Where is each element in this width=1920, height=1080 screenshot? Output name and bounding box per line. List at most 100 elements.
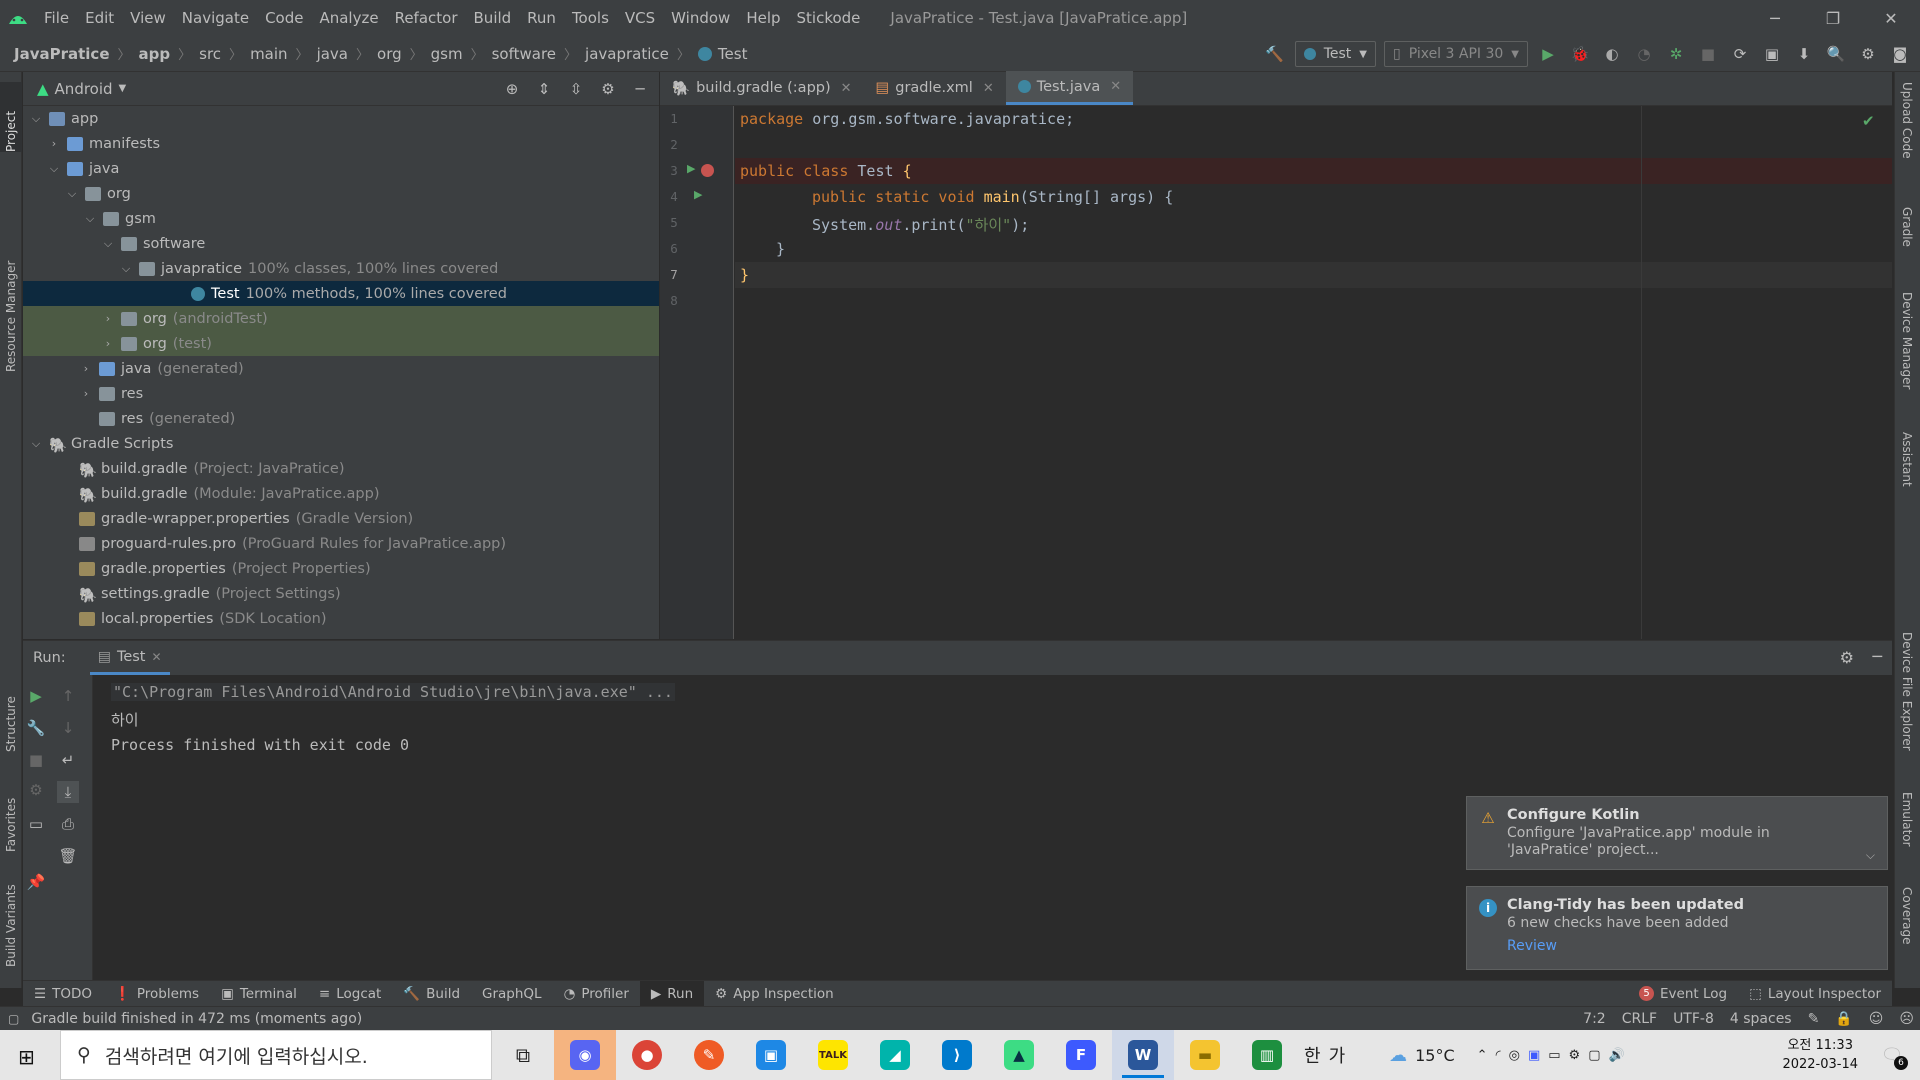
close-icon[interactable]: ✕ [1110,79,1121,94]
tree-item-org[interactable]: ⌵ org [23,181,659,206]
caret-position[interactable]: 7:2 [1583,1011,1606,1027]
favorites-tool-tab[interactable]: Favorites [0,752,22,852]
tool-problems[interactable]: ❗ Problems [103,981,210,1007]
close-icon[interactable]: ✕ [841,81,852,96]
chevron-down-icon[interactable]: ⌵ [65,187,79,201]
taskbar-search[interactable]: ⚲ 검색하려면 여기에 입력하십시오. [60,1030,492,1080]
trash-icon[interactable]: 🗑 [57,845,79,867]
line-separator[interactable]: CRLF [1622,1011,1657,1027]
tool-todo[interactable]: ☰ TODO [23,981,103,1007]
taskbar-app-explorer[interactable]: ▬ [1174,1030,1236,1080]
tool-event-log[interactable]: 5 Event Log [1628,981,1738,1007]
emulator-tool-tab[interactable]: Emulator [1896,792,1918,882]
device-file-explorer-tool-tab[interactable]: Device File Explorer [1896,632,1918,792]
taskbar-app-notes[interactable]: ▣ [740,1030,802,1080]
account-icon[interactable]: ◙ [1888,42,1912,66]
wrench-icon[interactable]: 🔧 [25,717,47,739]
tree-item-test[interactable]: Test 100% methods, 100% lines covered [23,281,659,306]
stop-icon[interactable]: ■ [25,749,47,771]
taskbar-app-sheets[interactable]: ▥ [1236,1030,1298,1080]
menu-navigate[interactable]: Navigate [174,9,257,27]
pin-icon[interactable]: 📌 [25,871,47,893]
notification-clang-tidy[interactable]: i Clang-Tidy has been updated 6 new chec… [1466,886,1888,970]
up-arrow-icon[interactable]: ↑ [57,685,79,707]
menu-help[interactable]: Help [738,9,788,27]
down-arrow-icon[interactable]: ↓ [57,717,79,739]
breadcrumb-test[interactable]: Test [718,45,748,63]
breadcrumb-java[interactable]: java [317,45,348,63]
ime-ga[interactable]: 가 [1329,1042,1346,1068]
tree-item-gradle-wrapper-properties[interactable]: gradle-wrapper.properties (Gradle Version… [23,506,659,531]
expand-all-icon[interactable]: ⇕ [533,77,555,101]
tool-terminal[interactable]: ▣ Terminal [210,981,308,1007]
notification-configure-kotlin[interactable]: ⚠ Configure Kotlin Configure 'JavaPratic… [1466,796,1888,870]
code-editor[interactable]: 1 2 3 4 5 6 7 8 ▶ ▶ package org.gsm.soft… [660,106,1892,639]
chevron-right-icon[interactable]: › [101,337,115,350]
editor-gutter[interactable]: 1 2 3 4 5 6 7 8 ▶ ▶ [660,106,734,639]
breakpoint-icon[interactable] [701,164,714,177]
tree-item-gsm[interactable]: ⌵ gsm [23,206,659,231]
chevron-down-icon[interactable]: ⌵ [47,162,61,176]
gear-icon[interactable]: ⚙ [1856,42,1880,66]
feedback-face-icon[interactable]: ☹ [1899,1011,1914,1027]
breadcrumb-software[interactable]: software [492,45,556,63]
wifi-icon[interactable]: ◜ [1496,1048,1501,1063]
tree-item-java[interactable]: ⌵ java [23,156,659,181]
resource-manager-tool-tab[interactable]: Resource Manager [0,172,22,372]
tree-item-build-gradle-project[interactable]: 🐘 build.gradle (Project: JavaPratice) [23,456,659,481]
ime-han[interactable]: 한 [1304,1042,1321,1068]
menu-vcs[interactable]: VCS [617,9,663,27]
rerun-icon[interactable]: ▶ [25,685,47,707]
run-config-select[interactable]: Test ▼ [1294,41,1376,67]
profile-icon[interactable]: ◔ [1632,42,1656,66]
meet-icon[interactable]: ◎ [1509,1048,1520,1063]
network-icon[interactable]: ⚙ [1569,1048,1581,1063]
taskbar-app-postman[interactable]: ✎ [678,1030,740,1080]
tree-item-software[interactable]: ⌵ software [23,231,659,256]
restore-button[interactable]: ❐ [1804,0,1862,36]
scroll-to-end-icon[interactable]: ⤓ [57,781,79,803]
run-icon[interactable]: ▶ [1536,42,1560,66]
task-view-icon[interactable]: ⧉ [492,1030,554,1080]
breadcrumb-main[interactable]: main [250,45,287,63]
menu-file[interactable]: File [36,9,77,27]
debug-icon[interactable]: 🐞 [1568,42,1592,66]
layout-icon[interactable]: ▭ [25,813,47,835]
review-link[interactable]: Review [1507,938,1873,954]
taskbar-app-kakaotalk[interactable]: TALK [802,1030,864,1080]
hide-icon[interactable]: ─ [1872,647,1882,666]
tool-logcat[interactable]: ≡ Logcat [308,981,392,1007]
build-variants-tool-tab[interactable]: Build Variants [0,857,22,967]
tree-item-javapratice[interactable]: ⌵ javapratice 100% classes, 100% lines cov… [23,256,659,281]
locate-icon[interactable]: ⊕ [501,77,523,101]
sdk-manager-icon[interactable]: ⬇ [1792,42,1816,66]
windows-start-icon[interactable]: ⊞ [18,1045,35,1069]
chevron-right-icon[interactable]: › [47,137,61,150]
menu-window[interactable]: Window [663,9,738,27]
tab-gradle-xml[interactable]: ▤ gradle.xml ✕ [864,71,1006,105]
tree-item-manifests[interactable]: › manifests [23,131,659,156]
taskbar-app-word[interactable]: W [1112,1030,1174,1080]
collapse-all-icon[interactable]: ⇳ [565,77,587,101]
display-icon[interactable]: ▢ [1588,1048,1600,1063]
coverage-icon[interactable]: ◐ [1600,42,1624,66]
gradle-tool-tab[interactable]: Gradle [1896,207,1918,287]
chevron-right-icon[interactable]: › [79,387,93,400]
edit-icon[interactable]: ✎ [1808,1011,1820,1027]
device-manager-icon[interactable]: ▣ [1760,42,1784,66]
gear-icon[interactable]: ⚙ [597,77,619,101]
menu-tools[interactable]: Tools [564,9,617,27]
minimize-button[interactable]: ─ [1746,0,1804,36]
breadcrumb-project[interactable]: JavaPratice [14,45,110,63]
tab-build-gradle[interactable]: 🐘 build.gradle (:app) ✕ [660,71,864,105]
tree-item-res-generated[interactable]: res (generated) [23,406,659,431]
ime-indicator[interactable]: 한 가 [1304,1042,1345,1068]
menu-stickode[interactable]: Stickode [789,9,869,27]
tree-item-proguard-rules[interactable]: proguard-rules.pro (ProGuard Rules for Ja… [23,531,659,556]
upload-code-tool-tab[interactable]: Upload Code [1896,82,1918,192]
tree-item-gradle-properties[interactable]: gradle.properties (Project Properties) [23,556,659,581]
taskbar-app-discord[interactable]: ◉ [554,1030,616,1080]
chevron-down-icon[interactable]: ⌵ [29,112,43,126]
menu-analyze[interactable]: Analyze [311,9,386,27]
tree-item-org-androidtest[interactable]: › org (androidTest) [23,306,659,331]
